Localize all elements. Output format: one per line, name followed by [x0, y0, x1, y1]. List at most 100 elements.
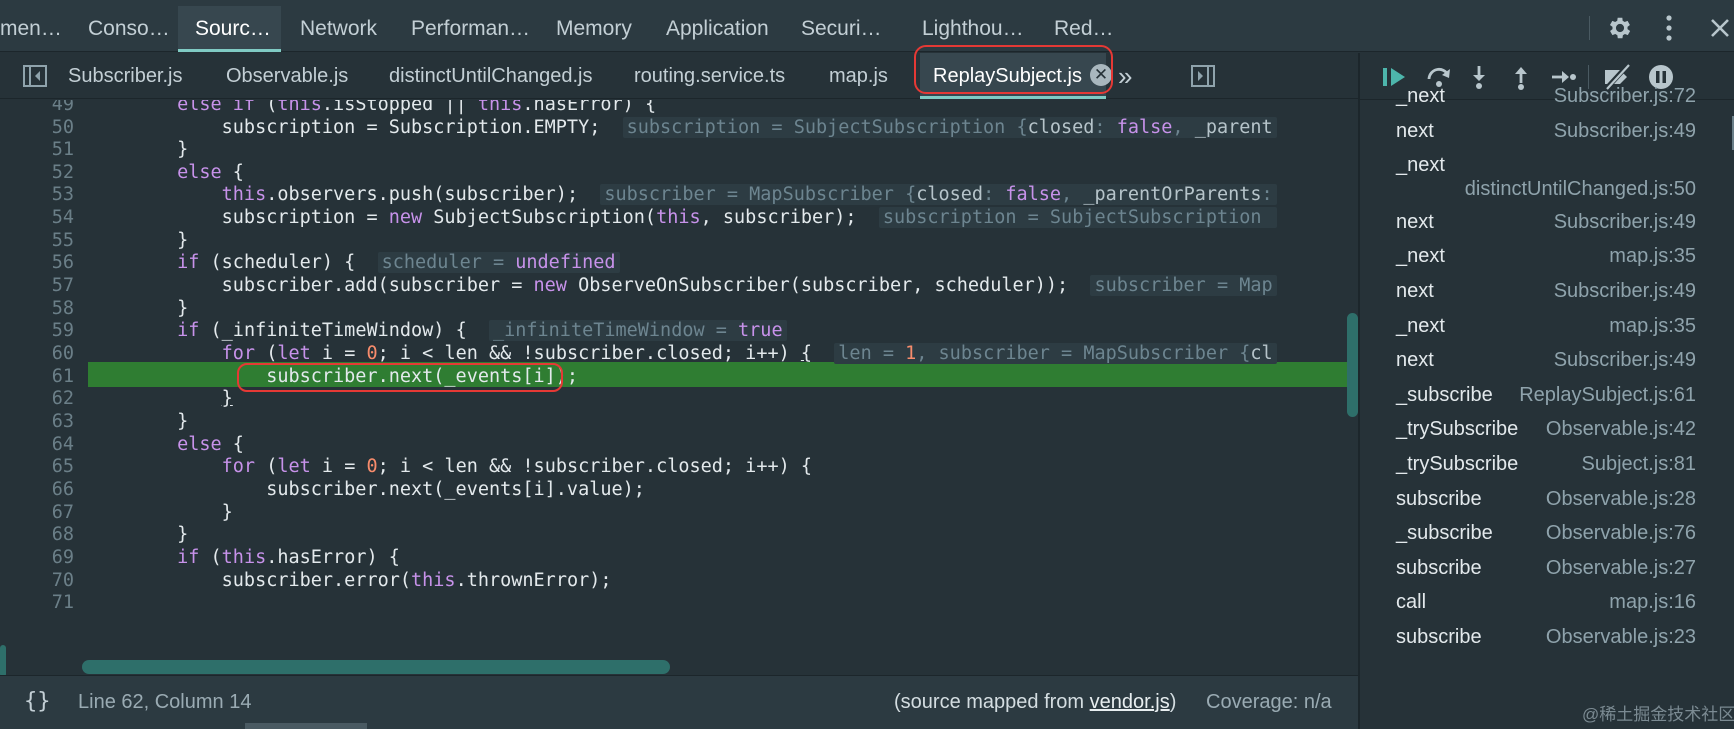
line-number[interactable]: 53	[4, 182, 74, 207]
call-frame-name: _subscribe	[1396, 522, 1493, 545]
call-frame[interactable]: subscribe Observable.js:23	[1360, 626, 1720, 656]
pretty-print-button[interactable]: {}	[24, 689, 51, 714]
call-frame[interactable]: _next map.js:35	[1360, 245, 1720, 275]
file-tab-subscriber[interactable]: Subscriber.js	[68, 53, 183, 99]
source-file-tabs: Subscriber.js Observable.js distinctUnti…	[0, 53, 1358, 99]
tab-network[interactable]: Network	[300, 6, 390, 52]
call-frame[interactable]: next Subscriber.js:49	[1360, 349, 1720, 379]
line-number[interactable]: 60	[4, 341, 74, 366]
tab-memory[interactable]: Memory	[556, 6, 646, 52]
tab-application[interactable]: Application	[666, 6, 776, 52]
line-number-gutter: 49 50 51 52 53 54 55 56 57 58 59 60 61 62 63 64 65 66 67 68…	[0, 100, 82, 675]
tab-elements[interactable]: men…	[0, 6, 70, 52]
call-frame[interactable]: _subscribe Observable.js:76	[1360, 522, 1720, 552]
line-number[interactable]: 69	[4, 545, 74, 570]
call-frame-location: Observable.js:27	[1545, 556, 1696, 579]
call-frame[interactable]: _trySubscribe Subject.js:81	[1360, 453, 1720, 483]
tab-performance[interactable]: Performan…	[411, 6, 535, 52]
close-devtools-icon[interactable]	[1706, 14, 1734, 42]
source-map-prefix: (source mapped from	[894, 691, 1090, 713]
call-frame-location: Subscriber.js:49	[1553, 349, 1696, 372]
left-resize-handle[interactable]	[0, 645, 6, 675]
tab-lighthouse[interactable]: Lighthou…	[922, 6, 1032, 52]
line-number[interactable]: 66	[4, 477, 74, 502]
code-line: for (let i = 0; i < len && !subscriber.c…	[88, 341, 1350, 366]
call-frame-name: subscribe	[1396, 626, 1482, 648]
call-frame-location: Subscriber.js:49	[1553, 210, 1696, 233]
line-number[interactable]: 62	[4, 386, 74, 411]
horizontal-scrollbar[interactable]	[82, 660, 670, 674]
code-line: }	[88, 411, 189, 432]
call-frame-location: map.js:35	[1609, 314, 1696, 337]
call-frame-location: ReplaySubject.js:61	[1519, 383, 1696, 406]
call-frame[interactable]: _next map.js:35	[1360, 315, 1720, 345]
source-map-info: (source mapped from vendor.js)	[894, 691, 1176, 714]
code-editor[interactable]: 49 50 51 52 53 54 55 56 57 58 59 60 61 62 63 64 65 66 67 68…	[0, 100, 1358, 675]
call-frame[interactable]: next Subscriber.js:49	[1360, 120, 1720, 150]
vertical-scrollbar[interactable]	[1347, 313, 1358, 417]
call-frame-location: map.js:35	[1609, 245, 1696, 268]
tab-security[interactable]: Securi…	[801, 6, 891, 52]
coverage-status: Coverage: n/a	[1206, 691, 1332, 713]
file-tab-map[interactable]: map.js	[829, 53, 888, 99]
call-frame-location: Subscriber.js:72	[1553, 85, 1696, 107]
tab-redux[interactable]: Red…	[1054, 6, 1124, 52]
call-frame[interactable]: next Subscriber.js:49	[1360, 211, 1720, 241]
close-tab-icon[interactable]: ✕	[1089, 63, 1112, 86]
call-frame[interactable]: subscribe Observable.js:27	[1360, 557, 1720, 587]
line-number[interactable]: 51	[4, 137, 74, 162]
line-number[interactable]: 63	[4, 409, 74, 434]
call-frame[interactable]: call map.js:16	[1360, 591, 1720, 621]
call-frame-name: next	[1396, 349, 1434, 372]
code-line: subscriber.next(_events[i].value);	[88, 479, 645, 500]
tab-console[interactable]: Conso…	[88, 6, 178, 52]
call-frame-location: Subscriber.js:49	[1553, 280, 1696, 302]
more-options-icon[interactable]	[1664, 14, 1674, 42]
source-map-suffix: )	[1169, 691, 1177, 713]
call-frame-name: subscribe	[1396, 556, 1482, 579]
line-number[interactable]: 65	[4, 454, 74, 479]
line-number[interactable]: 59	[4, 318, 74, 343]
call-frame-name: subscribe	[1396, 487, 1482, 510]
call-frame[interactable]: _trySubscribe Observable.js:42	[1360, 418, 1720, 448]
call-frame[interactable]: subscribe Observable.js:28	[1360, 488, 1720, 518]
code-line: if (this.hasError) {	[177, 547, 400, 568]
gear-icon[interactable]	[1606, 14, 1634, 42]
call-frame-name: _next	[1396, 85, 1445, 107]
file-tab-replay-subject[interactable]: ReplaySubject.js ✕	[920, 53, 1112, 99]
more-tabs-icon[interactable]: »	[1118, 53, 1132, 99]
line-number[interactable]: 71	[4, 590, 74, 615]
toolbar-divider	[1589, 16, 1590, 40]
call-frame-name: next	[1396, 280, 1434, 302]
status-scroll-thumb[interactable]	[245, 723, 367, 729]
toggle-debugger-icon[interactable]	[1190, 63, 1216, 89]
code-line: }	[221, 388, 233, 409]
tab-sources[interactable]: Sourc…	[178, 6, 281, 52]
call-frame-location: Observable.js:42	[1545, 418, 1696, 441]
code-line: for (let i = 0; i < len && !subscriber.c…	[221, 456, 813, 477]
code-line: }	[88, 139, 189, 160]
devtools-panel-tabs: men… Conso… Sourc… Network Performan… Me…	[0, 0, 1734, 52]
call-frame[interactable]: next Subscriber.js:49	[1360, 280, 1720, 310]
file-tab-observable[interactable]: Observable.js	[226, 53, 348, 99]
call-frame-name: _trySubscribe	[1396, 453, 1519, 475]
file-tab-routing-service[interactable]: routing.service.ts	[634, 53, 785, 99]
code-line: subscriber.add(subscriber = new ObserveO…	[88, 273, 1350, 298]
line-number[interactable]: 68	[4, 522, 74, 547]
line-number[interactable]: 57	[4, 273, 74, 298]
code-line: this.observers.push(subscriber); subscri…	[88, 182, 1350, 207]
file-tab-distinct-until-changed[interactable]: distinctUntilChanged.js	[389, 53, 592, 99]
source-map-link[interactable]: vendor.js	[1090, 691, 1170, 713]
line-number[interactable]: 54	[4, 205, 74, 230]
call-frame[interactable]: _subscribe ReplaySubject.js:61	[1360, 384, 1720, 414]
call-frame[interactable]: _next Subscriber.js:72	[1360, 85, 1720, 115]
call-frame-location: Observable.js:76	[1545, 522, 1696, 545]
call-frame[interactable]: _next distinctUntilChanged.js:50	[1360, 154, 1720, 200]
cursor-position: Line 62, Column 14	[78, 691, 252, 713]
toggle-navigator-icon[interactable]	[22, 63, 48, 89]
editor-status-bar: {} Line 62, Column 14 (source mapped fro…	[0, 675, 1358, 729]
call-frame-name: call	[1396, 591, 1427, 614]
code-line: if (_infiniteTimeWindow) { _infiniteTime…	[88, 318, 1350, 343]
line-number[interactable]: 56	[4, 250, 74, 275]
